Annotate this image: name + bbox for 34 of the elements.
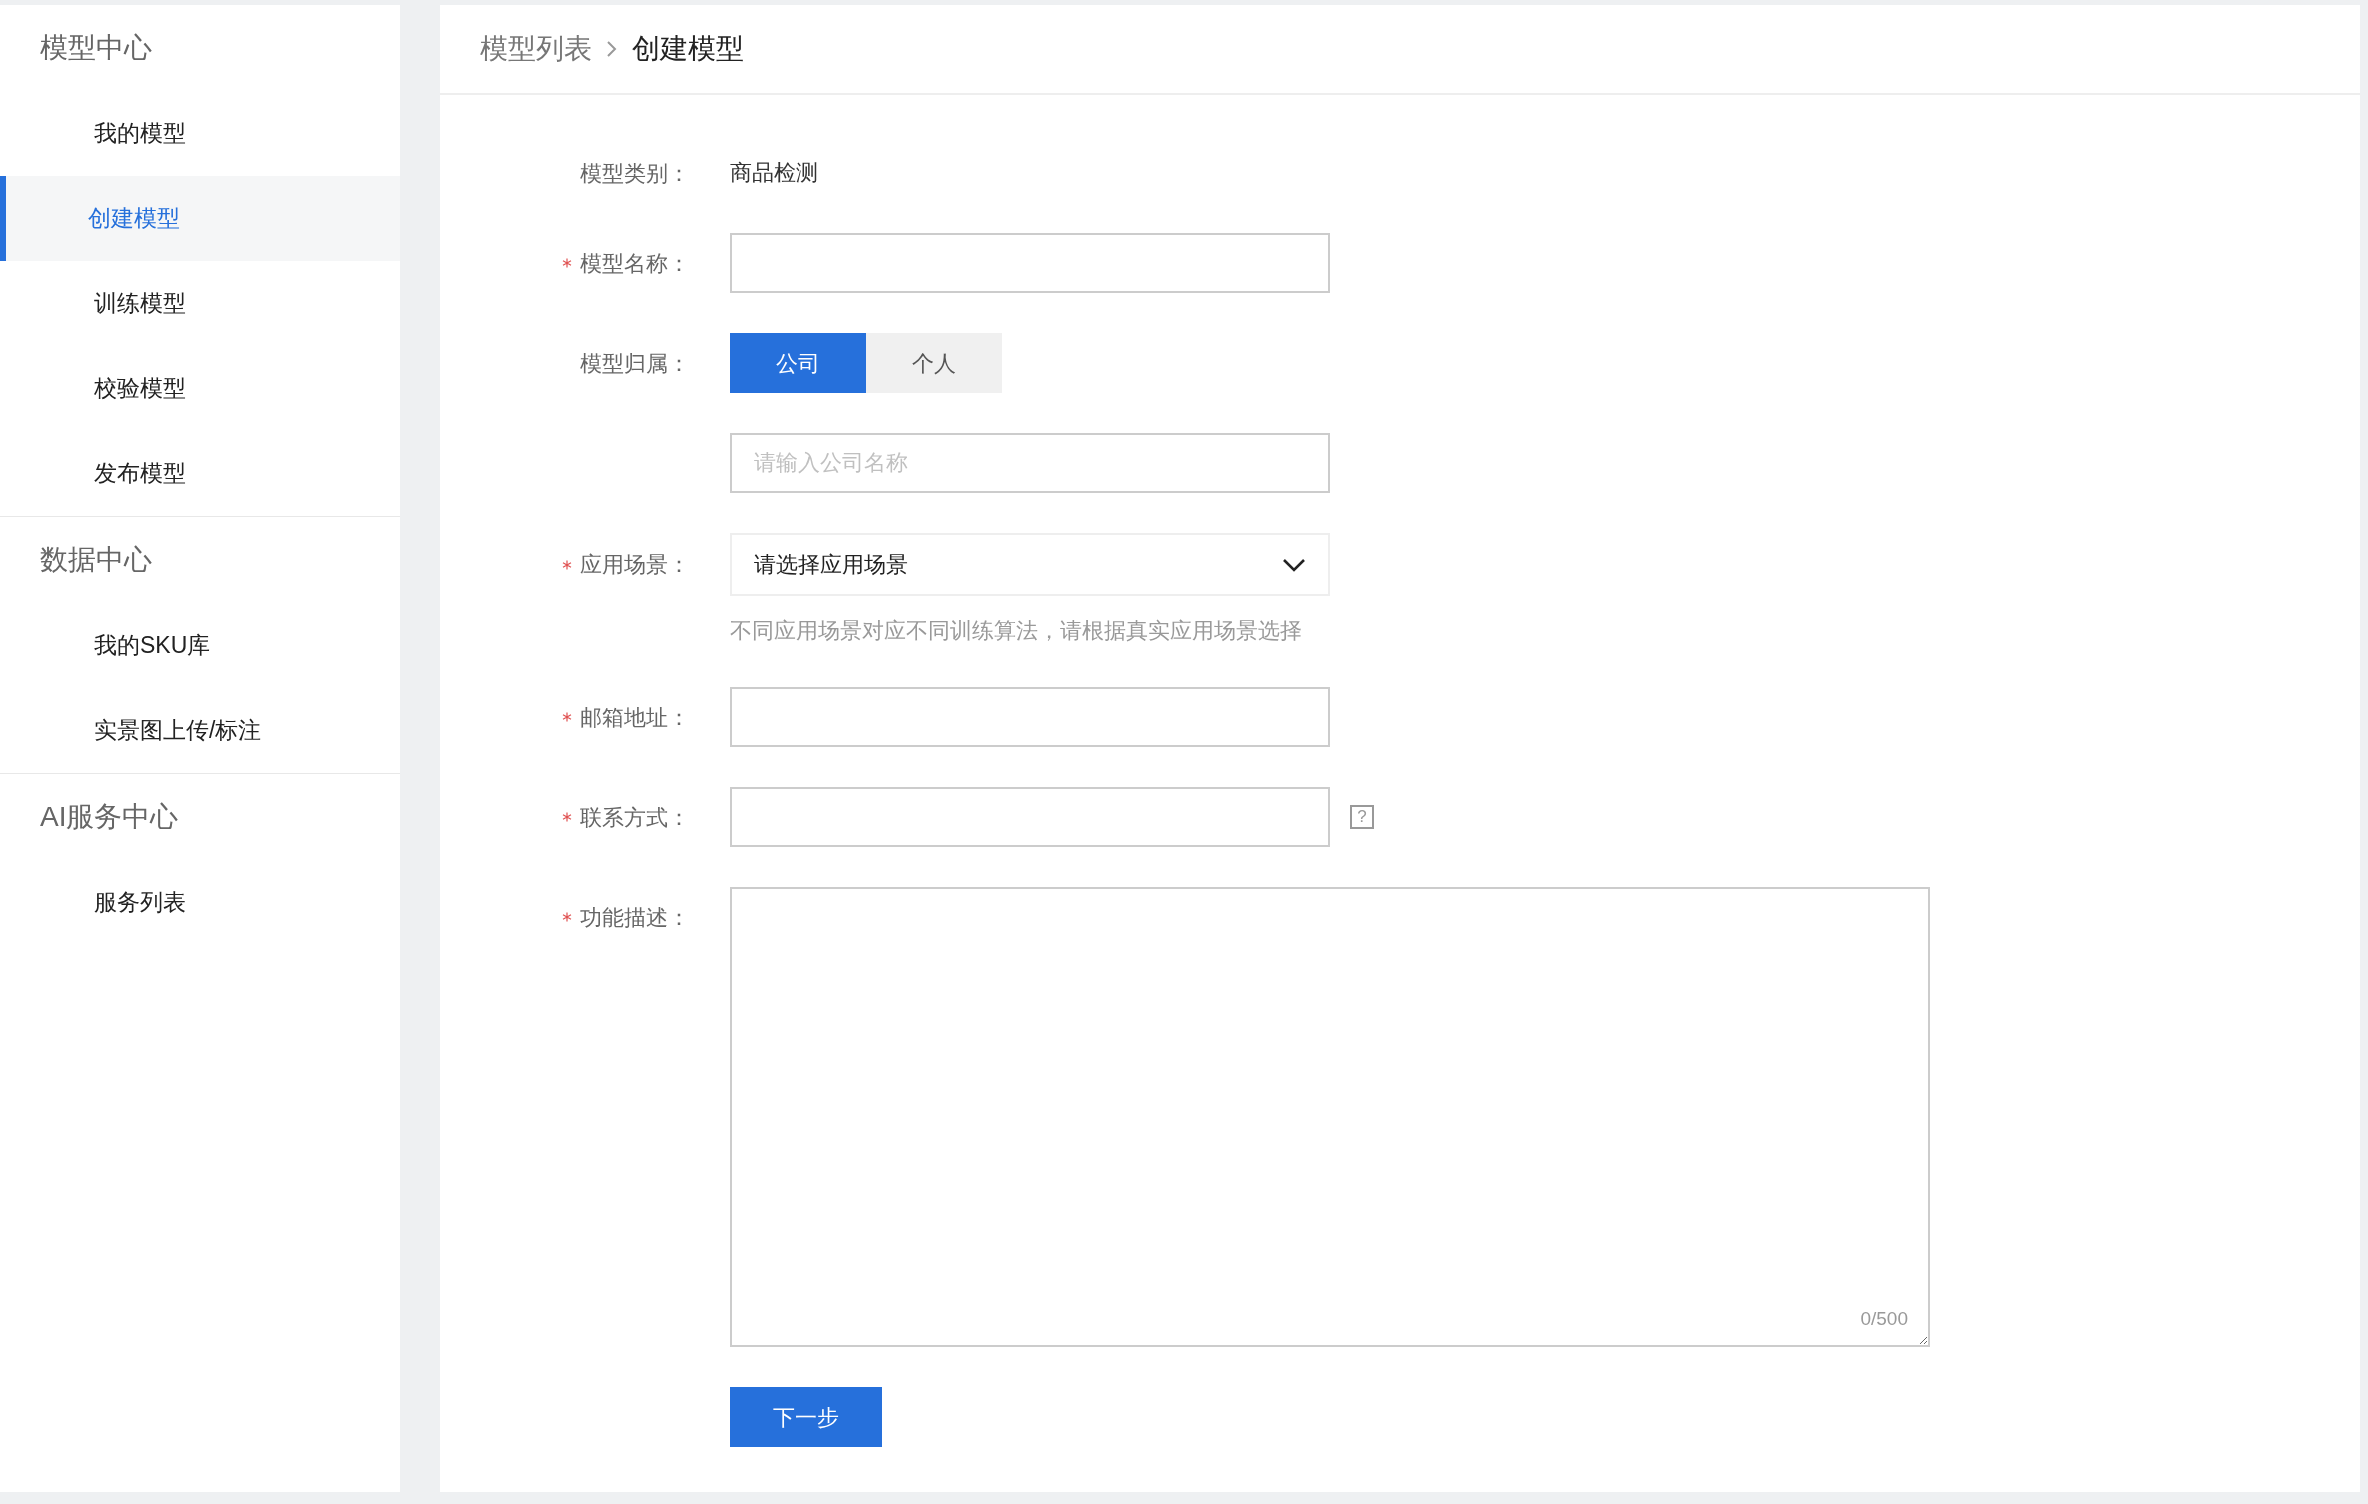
textarea-field[interactable] — [730, 887, 1930, 1347]
sidebar-item[interactable]: 实景图上传/标注 — [0, 688, 400, 773]
sidebar-item[interactable]: 创建模型 — [0, 176, 400, 261]
segment-button[interactable]: 公司 — [730, 333, 866, 393]
sidebar-section-title: 模型中心 — [39, 31, 153, 65]
next-button[interactable]: 下一步 — [730, 1387, 882, 1447]
field-label: 模型归属： — [580, 349, 690, 378]
breadcrumb-current: 创建模型 — [632, 32, 744, 66]
sidebar-item[interactable]: 我的SKU库 — [0, 603, 400, 688]
input-field[interactable]: 请输入公司名称 — [730, 433, 1330, 493]
sidebar-item[interactable]: 训练模型 — [0, 261, 400, 346]
sidebar-item[interactable]: 我的模型 — [0, 91, 400, 176]
field-label: 联系方式： — [580, 803, 690, 832]
hint-text: 不同应用场景对应不同训练算法，请根据真实应用场景选择 — [730, 617, 1303, 645]
sidebar-item[interactable]: 服务列表 — [0, 860, 400, 945]
field-label: 应用场景： — [580, 551, 690, 579]
breadcrumb-link[interactable]: 模型列表 — [480, 28, 592, 70]
field-label: 邮箱地址： — [580, 703, 690, 732]
chevron-right-icon — [606, 40, 618, 58]
chevron-down-icon — [1282, 557, 1306, 572]
sidebar-item[interactable]: 发布模型 — [0, 431, 400, 516]
field-label: 模型名称： — [580, 249, 690, 278]
input-field[interactable] — [730, 787, 1330, 847]
segment-button[interactable]: 个人 — [866, 333, 1002, 393]
field-value: 商品检测 — [730, 159, 818, 187]
field-label: 模型类别： — [580, 159, 690, 188]
sidebar-item[interactable]: 校验模型 — [0, 346, 400, 431]
input-field[interactable] — [730, 687, 1330, 747]
field-label: 功能描述： — [580, 903, 690, 932]
character-counter: 0/500 — [1860, 1306, 1908, 1331]
sidebar-section-title: AI服务中心 — [39, 800, 180, 834]
sidebar-section-title: 数据中心 — [39, 543, 153, 577]
input-field[interactable] — [730, 233, 1330, 293]
select-field[interactable]: 请选择应用场景 — [730, 533, 1330, 596]
